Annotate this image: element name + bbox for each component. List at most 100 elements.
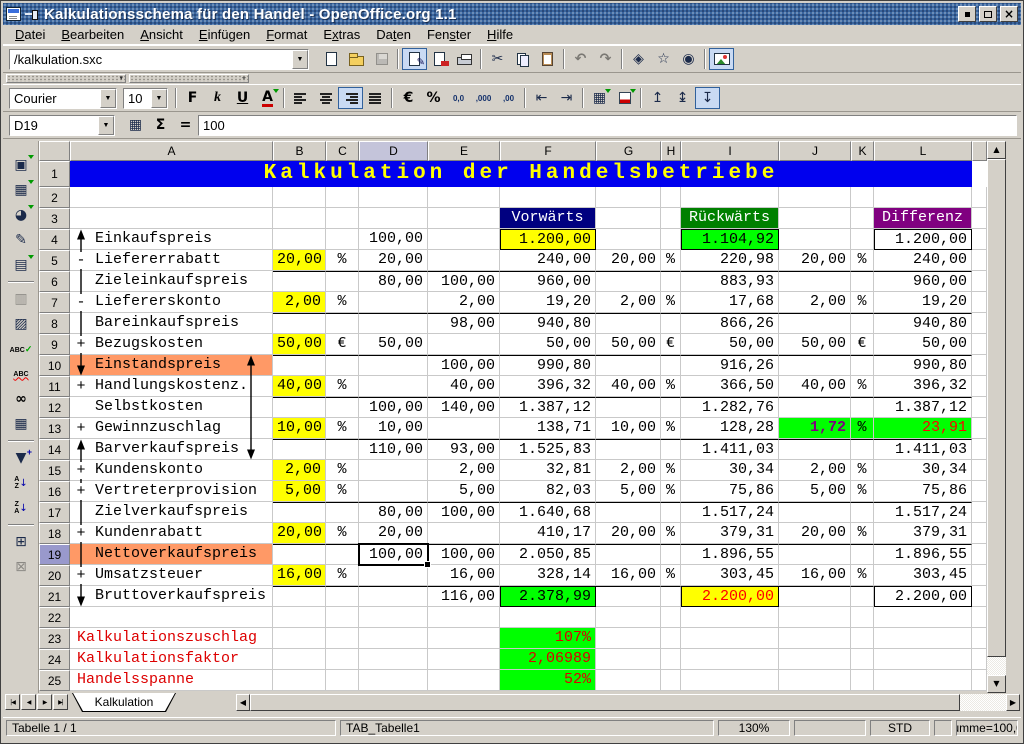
cell-L6[interactable]: 960,00 [874, 271, 972, 292]
font-name-dropdown-icon[interactable]: ▼ [100, 89, 116, 108]
cell-J3[interactable] [779, 208, 851, 229]
cell-F8[interactable]: 940,80 [500, 313, 596, 334]
cell-I13[interactable]: 128,28 [681, 418, 779, 439]
cell-I7[interactable]: 17,68 [681, 292, 779, 313]
cell-D11[interactable] [359, 376, 428, 397]
cell-H18[interactable]: % [661, 523, 681, 544]
row-header-20[interactable]: 20 [39, 565, 70, 586]
cell-H24[interactable] [661, 649, 681, 670]
cell-A5[interactable]: Liefererrabatt [70, 250, 273, 271]
cell-F12[interactable]: 1.387,12 [500, 397, 596, 418]
sum-button[interactable]: Σ [148, 114, 173, 136]
cell-L12[interactable]: 1.387,12 [874, 397, 972, 418]
cell-K24[interactable] [851, 649, 874, 670]
cell-I11[interactable]: 366,50 [681, 376, 779, 397]
gallery-button[interactable] [709, 48, 734, 70]
cell-H22[interactable] [661, 607, 681, 628]
cell-stub-13[interactable] [972, 418, 987, 439]
cell-L15[interactable]: 30,34 [874, 460, 972, 481]
cell-B16[interactable]: 5,00 [273, 481, 326, 502]
cell-C15[interactable]: % [326, 460, 359, 481]
menu-ansicht[interactable]: Ansicht [132, 26, 191, 43]
cell-F16[interactable]: 82,03 [500, 481, 596, 502]
cell-B10[interactable] [273, 355, 326, 376]
cell-D7[interactable] [359, 292, 428, 313]
tab-previous-icon[interactable]: ◀ [21, 694, 36, 710]
pin-icon[interactable] [25, 8, 38, 20]
cell-B15[interactable]: 2,00 [273, 460, 326, 481]
cell-I25[interactable] [681, 670, 779, 691]
stylist-button[interactable]: ☆ [651, 48, 676, 70]
cell-D3[interactable] [359, 208, 428, 229]
cell-A9[interactable]: Bezugskosten [70, 334, 273, 355]
cell-B25[interactable] [273, 670, 326, 691]
cell-K25[interactable] [851, 670, 874, 691]
column-header-D[interactable]: D [359, 141, 428, 161]
cell-D21[interactable] [359, 586, 428, 607]
cell-K15[interactable]: % [851, 460, 874, 481]
cell-K2[interactable] [851, 187, 874, 208]
cell-L19[interactable]: 1.896,55 [874, 544, 972, 565]
cell-B7[interactable]: 2,00 [273, 292, 326, 313]
cell-I4[interactable]: 1.104,92 [681, 229, 779, 250]
cell-F23[interactable]: 107% [500, 628, 596, 649]
cell-A23[interactable]: Kalkulationszuschlag [70, 628, 273, 649]
cell-G16[interactable]: 5,00 [596, 481, 661, 502]
cell-stub-25[interactable] [972, 670, 987, 691]
font-size-field[interactable] [124, 89, 151, 108]
cell-L25[interactable] [874, 670, 972, 691]
cell-E22[interactable] [428, 607, 500, 628]
cell-E2[interactable] [428, 187, 500, 208]
cell-C16[interactable]: % [326, 481, 359, 502]
cell-D15[interactable] [359, 460, 428, 481]
align-center-vertical-button[interactable]: ↨ [670, 87, 695, 109]
horizontal-scrollbar[interactable]: ◀ ▶ [236, 694, 1020, 711]
cell-E20[interactable]: 16,00 [428, 565, 500, 586]
cell-J8[interactable] [779, 313, 851, 334]
cell-F15[interactable]: 32,81 [500, 460, 596, 481]
cell-L2[interactable] [874, 187, 972, 208]
cell-H6[interactable] [661, 271, 681, 292]
cell-L18[interactable]: 379,31 [874, 523, 972, 544]
cell-B21[interactable] [273, 586, 326, 607]
sort-descending-button[interactable]: ZA↓ [7, 496, 35, 520]
cell-F11[interactable]: 396,32 [500, 376, 596, 397]
cell-J2[interactable] [779, 187, 851, 208]
cell-stub-3[interactable] [972, 208, 987, 229]
row-header-2[interactable]: 2 [39, 187, 70, 208]
cell-B2[interactable] [273, 187, 326, 208]
column-header-J[interactable]: J [779, 141, 851, 161]
cell-F3[interactable]: Vorwärts [500, 208, 596, 229]
scroll-left-icon[interactable]: ◀ [236, 694, 250, 711]
cell-I21[interactable]: 2.200,00 [681, 586, 779, 607]
cell-stub-20[interactable] [972, 565, 987, 586]
cell-G7[interactable]: 2,00 [596, 292, 661, 313]
cell-D23[interactable] [359, 628, 428, 649]
undo-button[interactable]: ↶ [568, 48, 593, 70]
cell-K11[interactable]: % [851, 376, 874, 397]
cell-B6[interactable] [273, 271, 326, 292]
cell-stub-6[interactable] [972, 271, 987, 292]
cell-J5[interactable]: 20,00 [779, 250, 851, 271]
row-header-15[interactable]: 15 [39, 460, 70, 481]
cell-G15[interactable]: 2,00 [596, 460, 661, 481]
cell-A17[interactable]: Zielverkaufspreis [70, 502, 273, 523]
open-button[interactable] [344, 48, 369, 70]
cell-L3[interactable]: Differenz [874, 208, 972, 229]
column-header-I[interactable]: I [681, 141, 779, 161]
menu-einfgen[interactable]: Einfügen [191, 26, 258, 43]
row-header-21[interactable]: 21 [39, 586, 70, 607]
cell-D19[interactable]: 100,00 [359, 544, 428, 565]
row-header-4[interactable]: 4 [39, 229, 70, 250]
cell-G14[interactable] [596, 439, 661, 460]
cell-I16[interactable]: 75,86 [681, 481, 779, 502]
increase-indent-button[interactable]: ⇥ [554, 87, 579, 109]
cell-stub-2[interactable] [972, 187, 987, 208]
cell-G24[interactable] [596, 649, 661, 670]
cell-C2[interactable] [326, 187, 359, 208]
cell-E6[interactable]: 100,00 [428, 271, 500, 292]
cell-E17[interactable]: 100,00 [428, 502, 500, 523]
cell-I10[interactable]: 916,26 [681, 355, 779, 376]
cell-L21[interactable]: 2.200,00 [874, 586, 972, 607]
cell-C7[interactable]: % [326, 292, 359, 313]
